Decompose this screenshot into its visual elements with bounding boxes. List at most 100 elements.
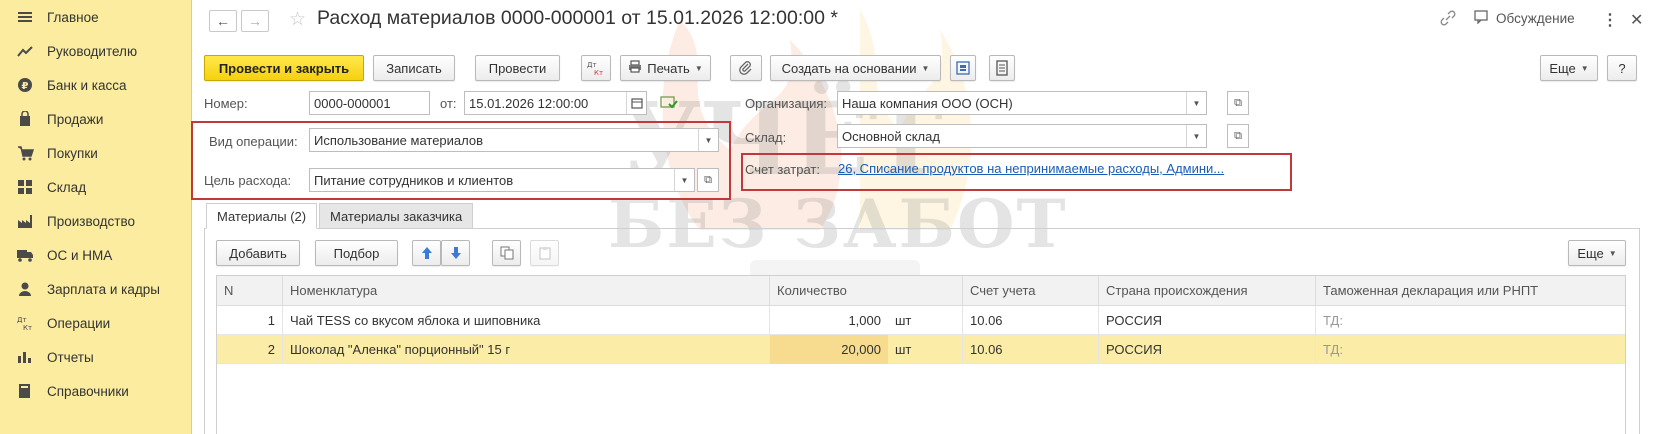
cell-item[interactable]: Шоколад "Аленка" порционный" 15 г (283, 335, 770, 364)
column-header-quantity[interactable]: Количество (770, 276, 963, 306)
cell-unit: шт (888, 306, 963, 335)
arrow-left-icon: ← (216, 13, 230, 29)
more-button[interactable]: Еще ▼ (1540, 55, 1598, 81)
back-button[interactable]: ← (209, 10, 237, 32)
sidebar-item-main[interactable]: Главное (0, 2, 192, 32)
organization-field[interactable]: Наша компания ООО (ОСН) ▼ (837, 91, 1207, 115)
tab-customer-materials[interactable]: Материалы заказчика (319, 203, 474, 229)
svg-text:₽: ₽ (22, 81, 29, 92)
cell-country[interactable]: РОССИЯ (1099, 335, 1316, 364)
save-button[interactable]: Записать (373, 55, 455, 81)
column-header-customs[interactable]: Таможенная декларация или РНПТ (1316, 276, 1625, 306)
organization-label: Организация: (745, 96, 828, 111)
post-and-close-button[interactable]: Провести и закрыть (204, 55, 364, 81)
expense-purpose-value: Питание сотрудников и клиентов (314, 172, 514, 188)
cost-account-link[interactable]: 26, Списание продуктов на непринимаемые … (838, 161, 1224, 176)
sidebar-item-references[interactable]: Справочники (0, 376, 192, 406)
sidebar-item-bank[interactable]: ₽ Банк и касса (0, 70, 192, 100)
open-purpose-button[interactable]: ⧉ (697, 168, 719, 192)
pick-button[interactable]: Подбор (315, 240, 398, 266)
cell-customs[interactable]: ТД: (1316, 306, 1625, 335)
number-field[interactable]: 0000-000001 (309, 91, 430, 115)
svg-text:Кт: Кт (594, 69, 603, 77)
chevron-down-icon[interactable]: ▼ (698, 129, 718, 151)
sidebar-item-reports[interactable]: Отчеты (0, 342, 192, 372)
column-header-n[interactable]: N (217, 276, 283, 306)
chevron-down-icon[interactable]: ▼ (1186, 125, 1206, 147)
open-window-icon: ⧉ (1234, 96, 1242, 109)
cell-unit: шт (888, 335, 963, 364)
print-button[interactable]: Печать ▼ (620, 55, 711, 81)
paste-icon (539, 247, 550, 260)
sidebar-item-assets[interactable]: ОС и НМА (0, 240, 192, 270)
expense-purpose-field[interactable]: Питание сотрудников и клиентов ▼ (309, 168, 695, 192)
sidebar-item-operations[interactable]: Дт Кт Операции (0, 308, 192, 338)
date-field[interactable]: 15.01.2026 12:00:00 (464, 91, 647, 115)
cell-item[interactable]: Чай TESS со вкусом яблока и шиповника (283, 306, 770, 335)
bar-chart-icon (14, 350, 36, 364)
post-button[interactable]: Провести (475, 55, 560, 81)
warehouse-value: Основной склад (842, 128, 940, 144)
chevron-down-icon[interactable]: ▼ (674, 169, 694, 191)
bag-icon (14, 111, 36, 127)
sidebar-item-label: Главное (47, 9, 99, 25)
column-header-item[interactable]: Номенклатура (283, 276, 770, 306)
cell-country[interactable]: РОССИЯ (1099, 306, 1316, 335)
svg-text:Дт: Дт (17, 316, 27, 324)
sidebar-item-label: Отчеты (47, 349, 94, 365)
tab-materials[interactable]: Материалы (2) (206, 203, 318, 229)
forward-button[interactable]: → (241, 10, 269, 32)
list-document-icon (996, 60, 1008, 76)
page-title: Расход материалов 0000-000001 от 15.01.2… (317, 7, 838, 29)
cell-quantity[interactable]: 20,000 (770, 335, 888, 364)
attach-button[interactable] (730, 55, 762, 81)
move-up-button[interactable] (412, 240, 441, 266)
sidebar-item-sales[interactable]: Продажи (0, 104, 192, 134)
table-row[interactable]: 1 Чай TESS со вкусом яблока и шиповника … (217, 306, 1625, 335)
move-down-button[interactable] (441, 240, 470, 266)
add-button[interactable]: Добавить (216, 240, 300, 266)
copy-icon (500, 246, 513, 260)
menu-icon (14, 10, 36, 24)
cell-account[interactable]: 10.06 (963, 335, 1099, 364)
create-based-on-button[interactable]: Создать на основании ▼ (770, 55, 941, 81)
link-icon[interactable] (1440, 10, 1456, 26)
factory-icon (14, 213, 36, 229)
chevron-down-icon[interactable]: ▼ (1186, 92, 1206, 114)
dtkt-button[interactable]: Дт Кт (581, 55, 611, 81)
calendar-icon[interactable] (626, 92, 646, 114)
sidebar-item-warehouse[interactable]: Склад (0, 172, 192, 202)
truck-icon (14, 248, 36, 262)
cell-customs[interactable]: ТД: (1316, 335, 1625, 364)
cell-account[interactable]: 10.06 (963, 306, 1099, 335)
sidebar-item-manager[interactable]: Руководителю (0, 36, 192, 66)
more-actions-icon[interactable]: ⋮ (1602, 10, 1618, 30)
help-button[interactable]: ? (1607, 55, 1637, 81)
table-more-button[interactable]: Еще ▼ (1568, 240, 1626, 266)
column-header-country[interactable]: Страна происхождения (1099, 276, 1316, 306)
favorite-star-icon[interactable]: ☆ (289, 8, 306, 31)
expense-purpose-label: Цель расхода: (204, 173, 292, 188)
table-row-selected[interactable]: 2 Шоколад "Аленка" порционный" 15 г 20,0… (217, 335, 1625, 364)
organization-value: Наша компания ООО (ОСН) (842, 95, 1013, 111)
structure-button[interactable] (950, 55, 976, 81)
warehouse-field[interactable]: Основной склад ▼ (837, 124, 1207, 148)
copy-row-button[interactable] (492, 240, 521, 266)
discussion-button[interactable]: Обсуждение (1474, 10, 1575, 27)
warehouse-label: Склад: (745, 130, 787, 145)
open-warehouse-button[interactable]: ⧉ (1227, 124, 1249, 148)
paste-row-button[interactable] (530, 240, 559, 266)
trend-icon (14, 44, 36, 58)
open-organization-button[interactable]: ⧉ (1227, 91, 1249, 115)
date-value: 15.01.2026 12:00:00 (469, 95, 589, 111)
list-view-button[interactable] (989, 55, 1015, 81)
sidebar-item-salary[interactable]: Зарплата и кадры (0, 274, 192, 304)
cell-quantity[interactable]: 1,000 (770, 306, 888, 335)
open-window-icon: ⧉ (1234, 129, 1242, 142)
column-header-account[interactable]: Счет учета (963, 276, 1099, 306)
post-status-icon (660, 95, 678, 114)
sidebar-item-production[interactable]: Производство (0, 206, 192, 236)
close-icon[interactable]: ✕ (1630, 10, 1643, 30)
operation-type-field[interactable]: Использование материалов ▼ (309, 128, 719, 152)
sidebar-item-purchases[interactable]: Покупки (0, 138, 192, 168)
